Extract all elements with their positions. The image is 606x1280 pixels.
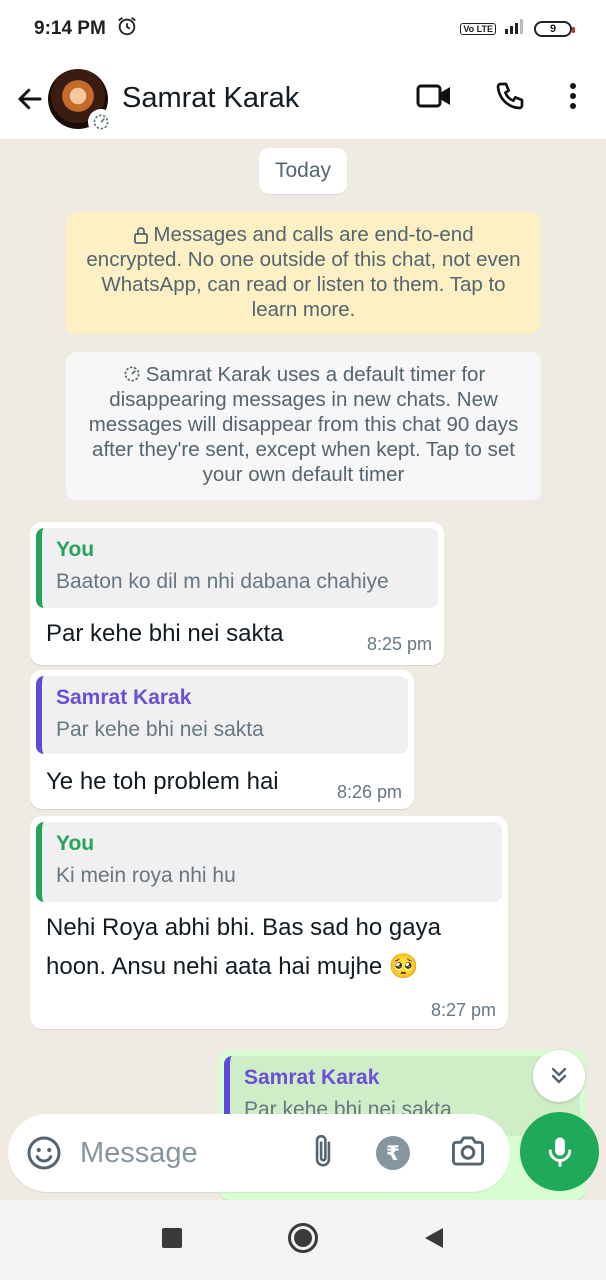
double-chevron-down-icon <box>551 1067 567 1084</box>
message-composer: ₹ <box>8 1114 510 1192</box>
message-bubble[interactable]: You Baaton ko dil m nhi dabana chahiye P… <box>30 522 444 665</box>
volte-badge: Vo LTE <box>460 23 496 35</box>
attach-icon <box>315 1134 331 1167</box>
quote-author: You <box>56 832 95 855</box>
quote-text: Par kehe bhi nei sakta <box>56 718 264 741</box>
encryption-notice[interactable]: Messages and calls are end-to-end encryp… <box>66 212 541 334</box>
home-button[interactable] <box>287 1222 319 1259</box>
encryption-notice-text: Messages and calls are end-to-end encryp… <box>86 223 521 321</box>
lock-icon <box>134 227 149 244</box>
payment-button[interactable]: ₹ <box>376 1136 410 1170</box>
message-input[interactable] <box>80 1136 280 1170</box>
contact-name[interactable]: Samrat Karak <box>122 82 299 115</box>
avatar[interactable] <box>48 68 114 135</box>
quote-text: Ki mein roya nhi hu <box>56 864 236 887</box>
chat-header: Samrat Karak <box>0 58 606 140</box>
recents-button[interactable] <box>161 1227 183 1254</box>
emoji-icon <box>27 1136 61 1170</box>
more-options-button[interactable] <box>568 81 578 116</box>
message-bubble[interactable]: Samrat Karak Par kehe bhi nei sakta Ye h… <box>30 670 414 809</box>
message-text: Par kehe bhi nei sakta <box>46 620 284 647</box>
square-icon <box>162 1227 182 1248</box>
quote-author: You <box>56 538 95 561</box>
quoted-message[interactable]: Samrat Karak Par kehe bhi nei sakta <box>36 676 408 754</box>
message-time: 8:26 pm <box>336 782 402 802</box>
voice-call-button[interactable] <box>494 80 526 117</box>
video-call-icon <box>416 84 450 108</box>
quote-author: Samrat Karak <box>244 1066 380 1089</box>
timer-notice-text: Samrat Karak uses a default timer for di… <box>88 363 519 486</box>
attach-button[interactable] <box>310 1132 336 1175</box>
back-nav-button[interactable] <box>423 1226 445 1255</box>
disappearing-timer-notice[interactable]: Samrat Karak uses a default timer for di… <box>66 352 541 500</box>
circle-icon <box>288 1222 318 1253</box>
signal-icon <box>504 18 526 40</box>
quote-text: Baaton ko dil m nhi dabana chahiye <box>56 570 389 593</box>
mic-icon <box>548 1136 571 1167</box>
message-text: Ye he toh problem hai <box>46 768 279 795</box>
disappearing-timer-icon <box>88 108 114 135</box>
message-time: 8:27 pm <box>430 1000 496 1020</box>
message-text-line2: hoon. Ansu nehi aata hai mujhe 🥺 <box>46 953 419 980</box>
video-call-button[interactable] <box>416 82 452 115</box>
message-bubble[interactable]: You Ki mein roya nhi hu Nehi Roya abhi b… <box>30 816 508 1029</box>
back-button[interactable] <box>10 84 50 114</box>
quoted-message[interactable]: You Baaton ko dil m nhi dabana chahiye <box>36 528 438 608</box>
voice-message-button[interactable] <box>520 1112 599 1191</box>
alarm-icon <box>116 15 138 43</box>
system-nav-bar <box>0 1200 606 1280</box>
emoji-button[interactable] <box>26 1135 62 1171</box>
battery-icon: 9 <box>534 21 575 37</box>
camera-button[interactable] <box>450 1135 486 1172</box>
scroll-to-bottom-button[interactable] <box>533 1050 585 1102</box>
voice-call-icon <box>496 82 524 110</box>
more-options-icon <box>570 83 576 109</box>
status-bar: 9:14 PM Vo LTE 9 <box>0 0 606 58</box>
quote-author: Samrat Karak <box>56 686 192 709</box>
status-time: 9:14 PM <box>34 18 106 39</box>
chat-area[interactable]: Today Messages and calls are end-to-end … <box>0 140 606 1200</box>
back-arrow-icon <box>18 88 42 109</box>
message-text-line1: Nehi Roya abhi bhi. Bas sad ho gaya <box>46 914 441 941</box>
triangle-back-icon <box>425 1227 443 1248</box>
date-chip: Today <box>259 148 347 194</box>
timer-icon <box>124 366 140 382</box>
camera-icon <box>452 1135 484 1166</box>
quoted-message[interactable]: You Ki mein roya nhi hu <box>36 822 502 902</box>
message-time: 8:25 pm <box>366 634 432 654</box>
